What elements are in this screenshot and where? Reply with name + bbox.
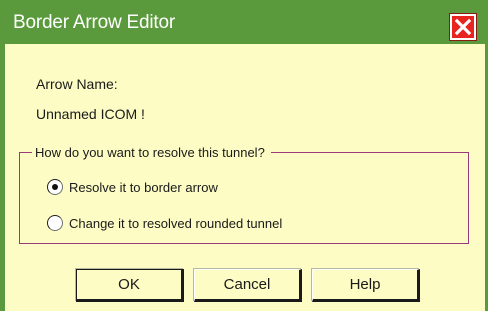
arrow-name-label: Arrow Name: xyxy=(36,76,118,92)
ok-button[interactable]: OK xyxy=(76,269,184,302)
cancel-button[interactable]: Cancel xyxy=(194,269,302,302)
radio-label-resolve-to-border-arrow[interactable]: Resolve it to border arrow xyxy=(69,180,218,195)
resolve-group-legend: How do you want to resolve this tunnel? xyxy=(32,145,271,160)
radio-change-to-rounded-tunnel[interactable] xyxy=(47,215,63,231)
help-button[interactable]: Help xyxy=(312,269,420,302)
radio-resolve-to-border-arrow[interactable] xyxy=(47,179,63,195)
title-bar[interactable]: Border Arrow Editor xyxy=(5,0,485,44)
window-title: Border Arrow Editor xyxy=(13,12,175,33)
arrow-name-value: Unnamed ICOM ! xyxy=(36,106,145,122)
close-icon xyxy=(452,16,474,38)
radio-label-change-to-rounded-tunnel[interactable]: Change it to resolved rounded tunnel xyxy=(69,216,282,231)
close-button[interactable] xyxy=(449,13,477,41)
